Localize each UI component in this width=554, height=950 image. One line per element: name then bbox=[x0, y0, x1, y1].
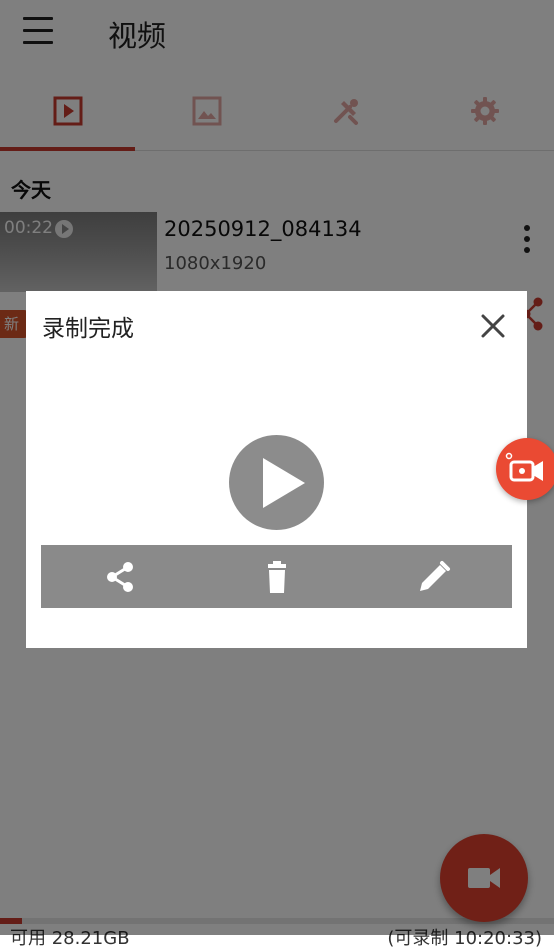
record-camera-icon bbox=[505, 452, 543, 482]
share-icon bbox=[106, 561, 133, 592]
pencil-icon bbox=[419, 560, 450, 591]
trash-icon bbox=[267, 560, 286, 593]
play-icon bbox=[263, 458, 305, 508]
close-button[interactable] bbox=[478, 311, 508, 341]
app-screen: 视频 bbox=[0, 0, 554, 949]
recording-complete-dialog: 录制完成 bbox=[26, 291, 527, 648]
share-button[interactable] bbox=[41, 545, 198, 608]
dialog-title: 录制完成 bbox=[42, 316, 134, 342]
dialog-action-bar bbox=[41, 545, 512, 608]
edit-button[interactable] bbox=[355, 545, 512, 608]
floating-recorder-bubble[interactable] bbox=[496, 438, 554, 500]
close-icon bbox=[481, 314, 505, 338]
play-button[interactable] bbox=[229, 435, 324, 530]
delete-button[interactable] bbox=[198, 545, 355, 608]
